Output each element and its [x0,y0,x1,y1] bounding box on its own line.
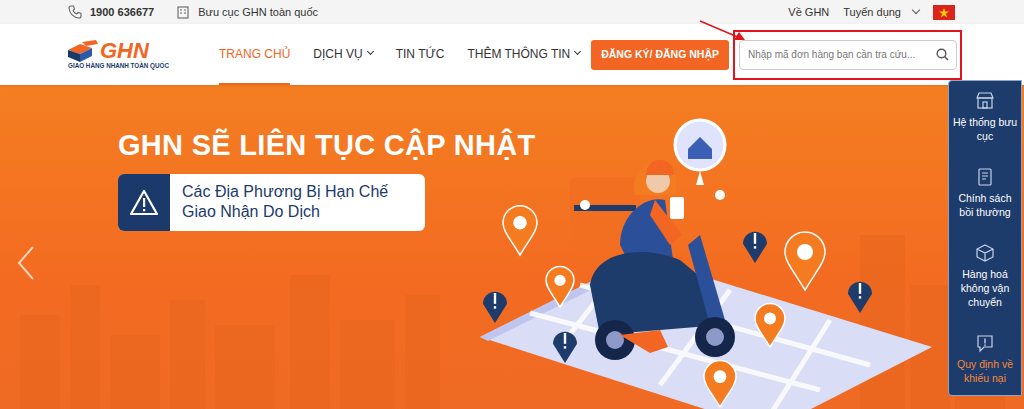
top-link[interactable]: Về GHN [788,4,829,21]
compensation-document-icon [975,167,995,187]
sidebar-item[interactable]: Hệ thống bưu cục [951,91,1019,143]
nav-label[interactable]: TIN TỨC [396,45,445,63]
notice-line: Các Địa Phương Bị Hạn Chế [182,182,388,202]
top-bar: 1900 636677 Bưu cục GHN toàn quốc Về GHN T… [0,0,1024,24]
hero-headline: GHN SẼ LIÊN TỤC CẬP NHẬT [118,130,470,162]
hero-banner: GHN SẼ LIÊN TỤC CẬP NHẬT Các Địa Phương B… [0,85,1024,409]
post-office-icon [975,91,995,111]
nav-label[interactable]: DỊCH VỤ [313,45,362,63]
logo[interactable]: GHNGIAO HÀNG NHANH TOÀN QUỐC [68,40,165,70]
top-links: Về GHN Tuyển dụng [788,4,955,21]
quick-links-panel: Hệ thống bưu cục Chính sách bồi thường Hàn… [948,80,1022,396]
phone-icon [68,5,82,19]
complaint-bubble-icon [975,333,995,353]
nav-item[interactable]: TRANG CHỦ [219,24,290,85]
hotline-number[interactable]: 1900 636677 [90,4,154,21]
main-menu: TRANG CHỦ DỊCH VỤ TIN TỨC THÊM THÔNG TIN [219,24,580,85]
order-search [739,40,957,70]
logo-mark[interactable]: GHN [68,40,165,62]
login-register-button[interactable]: ĐĂNG KÝ/ ĐĂNG NHẬP [591,40,729,70]
sidebar-label[interactable]: Hệ thống bưu cục [951,115,1019,143]
logo-tagline: GIAO HÀNG NHANH TOÀN QUỐC [68,62,165,70]
notice-line: Giao Nhận Do Dịch [182,202,388,222]
warning-icon [129,189,159,216]
delivery-illustration-icon [470,85,940,409]
post-offices-link[interactable]: Bưu cục GHN toàn quốc [198,4,318,21]
nav-item[interactable]: THÊM THÔNG TIN [467,24,580,85]
sidebar-label[interactable]: Hàng hoá không vận chuyển [951,267,1019,310]
nav-item[interactable]: DỊCH VỤ [313,24,372,85]
warning-badge [118,174,170,231]
nav-label[interactable]: TRANG CHỦ [219,45,290,63]
search-icon[interactable] [936,48,949,61]
sidebar-label[interactable]: Quy định về khiếu nại [951,357,1019,385]
hero-text: GHN SẼ LIÊN TỤC CẬP NHẬT Các Địa Phương B… [0,85,470,409]
language-caret-icon[interactable] [912,6,920,14]
main-navbar: GHNGIAO HÀNG NHANH TOÀN QUỐC TRANG CHỦ DỊ… [0,24,1024,85]
restriction-notice-card[interactable]: Các Địa Phương Bị Hạn ChếGiao Nhận Do Dị… [118,174,425,231]
order-search-input[interactable] [739,40,957,70]
package-icon [975,243,995,263]
sidebar-label[interactable]: Chính sách bồi thường [951,191,1019,219]
notice-text: Các Địa Phương Bị Hạn ChếGiao Nhận Do Dị… [170,174,396,231]
nav-actions: ĐĂNG KÝ/ ĐĂNG NHẬP [591,40,957,70]
nav-item[interactable]: TIN TỨC [396,24,445,85]
contact-group: 1900 636677 Bưu cục GHN toàn quốc [68,4,318,21]
nav-label[interactable]: THÊM THÔNG TIN [467,45,570,63]
vietnam-flag-icon[interactable] [933,5,955,20]
top-link[interactable]: Tuyển dụng [843,4,901,21]
post-office-icon [176,5,190,19]
logo-brand[interactable]: GHN [100,40,149,62]
dropdown-caret-icon[interactable] [367,48,374,55]
sidebar-item[interactable]: Quy định về khiếu nại [951,333,1019,385]
dropdown-caret-icon[interactable] [574,48,581,55]
logo-box-icon [68,40,98,62]
sidebar-item[interactable]: Hàng hoá không vận chuyển [951,243,1019,310]
sidebar-item[interactable]: Chính sách bồi thường [951,167,1019,219]
previous-slide-icon[interactable] [16,245,36,281]
